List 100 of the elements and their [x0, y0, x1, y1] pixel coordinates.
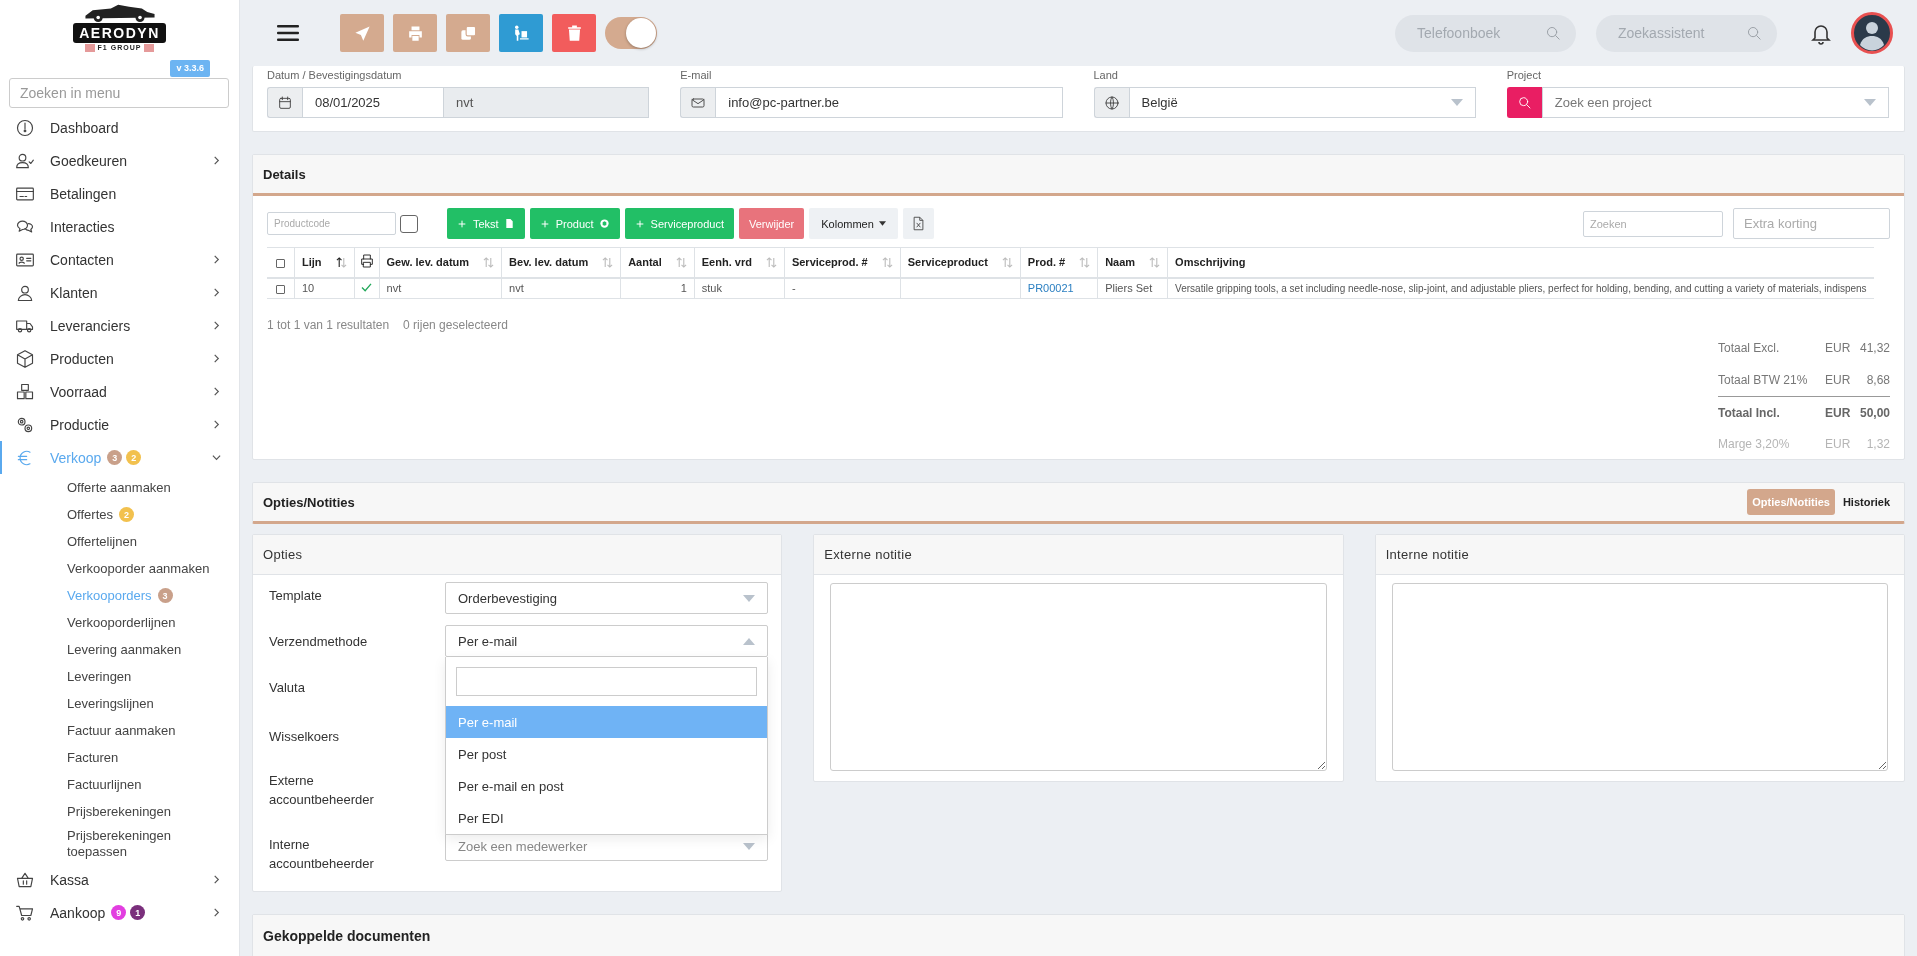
field-label: Interne accountbeheerder — [269, 836, 375, 873]
search-button[interactable] — [1506, 87, 1542, 118]
column-header[interactable]: Omschrijving — [1175, 256, 1246, 269]
plus-icon — [539, 218, 550, 229]
table-cell: nvt — [386, 282, 402, 295]
table-cell: 10 — [302, 282, 315, 295]
caret-icon — [878, 221, 886, 226]
menu-icon[interactable] — [277, 24, 299, 42]
currency: EUR — [1825, 405, 1852, 420]
count-badge: 2 — [126, 450, 142, 465]
submenu-item[interactable]: Levering aanmaken — [0, 636, 239, 663]
dropdown-option[interactable]: Per post — [446, 738, 768, 770]
submenu-item[interactable]: Facturen — [0, 744, 239, 771]
currency: EUR — [1825, 341, 1852, 355]
table-cell: Versatile gripping tools, a set including needle-nose, slip-joint, and adjustable pliers, perfect for holding, bending, and cutting a variety of materials, indispens — [1175, 282, 1867, 294]
note-field[interactable] — [830, 583, 1327, 771]
total-amount: 41,32 — [1858, 341, 1890, 355]
total-label: Marge 3,20% — [1718, 437, 1791, 451]
search-field[interactable]: Zoeken — [1583, 210, 1723, 237]
toolbar-button[interactable] — [340, 14, 384, 52]
select-field[interactable]: Orderbevestiging — [445, 582, 769, 614]
toggle-switch[interactable] — [605, 17, 657, 49]
caret-icon — [743, 594, 756, 602]
sidebar-item[interactable]: Voorraad — [0, 375, 239, 408]
sidebar-item[interactable]: Contacten — [0, 243, 239, 276]
checkbox[interactable] — [400, 214, 418, 233]
column-header[interactable]: Lijn — [302, 256, 322, 269]
sidebar-item[interactable]: Betalingen — [0, 177, 239, 210]
export-button[interactable] — [902, 208, 934, 239]
count-badge: 3 — [157, 588, 173, 603]
note-field[interactable] — [1391, 583, 1888, 771]
submenu-item[interactable]: Prijsberekeningen toepassen — [0, 825, 239, 863]
submenu-item[interactable]: Factuurlijnen — [0, 771, 239, 798]
dropdown-option[interactable]: Per EDI — [446, 802, 768, 834]
sidebar-item[interactable]: Kassa — [0, 863, 239, 896]
column-header[interactable]: Aantal — [628, 256, 662, 269]
discount-field[interactable]: Extra korting — [1733, 208, 1890, 239]
count-badge: 1 — [130, 905, 146, 920]
search-icon — [1516, 94, 1533, 111]
checkbox[interactable] — [276, 284, 285, 294]
field-label: Project — [1506, 69, 1542, 83]
sidebar-item[interactable]: Aankoop 9 1 — [0, 896, 239, 929]
submenu-item[interactable]: Offerte aanmaken — [0, 474, 239, 501]
date-field: nvt — [444, 87, 650, 118]
race-car-icon — [82, 3, 157, 23]
submenu-item[interactable]: Offertes 2 — [0, 501, 239, 528]
field-label: Externe accountbeheerder — [269, 772, 375, 809]
sort-icon[interactable] — [335, 256, 347, 268]
search-field[interactable]: Zoekassistent — [1596, 14, 1777, 52]
toolbar-button[interactable] — [446, 14, 490, 52]
toolbar-button[interactable] — [552, 14, 596, 52]
toolbar-button[interactable] — [393, 14, 437, 52]
field-label: Land — [1093, 69, 1119, 83]
field-label: Template — [269, 587, 322, 605]
sidebar-item[interactable]: Interacties — [0, 210, 239, 243]
sidebar-item[interactable]: Productie — [0, 408, 239, 441]
print-icon — [358, 253, 375, 270]
sidebar-item[interactable]: Producten — [0, 342, 239, 375]
sidebar-item[interactable]: Klanten — [0, 276, 239, 309]
field-label: Wisselkoers — [269, 727, 340, 746]
select-field[interactable]: Zoek een medewerker — [445, 832, 769, 861]
avatar[interactable] — [1851, 12, 1893, 54]
table-cell: stuk — [701, 282, 722, 295]
plus-icon — [457, 218, 467, 229]
columns-button[interactable]: Kolommen — [809, 208, 898, 239]
table-cell: 1 — [680, 282, 687, 295]
date-field[interactable]: 08/01/2025 — [302, 87, 444, 118]
total-amount: 50,00 — [1858, 405, 1890, 420]
section-title: Gekoppelde documenten — [253, 915, 1904, 956]
sidebar-item[interactable]: Leveranciers — [0, 309, 239, 342]
submenu-item[interactable]: Verkooporder aanmaken — [0, 555, 239, 582]
panel-title: Opties — [253, 535, 782, 575]
country-select[interactable]: België — [1128, 87, 1476, 118]
tab[interactable]: Historiek — [1838, 489, 1894, 515]
sidebar-item[interactable]: Goedkeuren — [0, 144, 239, 177]
sidebar-item[interactable]: Dashboard — [0, 111, 239, 144]
search-field[interactable]: Telefoonboek — [1395, 14, 1576, 52]
column-header[interactable]: Naam — [1105, 256, 1136, 269]
project-select[interactable]: Zoek een project — [1541, 87, 1889, 118]
total-label: Totaal Incl. — [1718, 405, 1781, 420]
submenu-item[interactable]: Prijsberekeningen — [0, 798, 239, 825]
total-label: Totaal Excl. — [1718, 341, 1781, 355]
submenu-item[interactable]: Leveringen — [0, 663, 239, 690]
submenu-item[interactable]: Verkooporderlijnen — [0, 609, 239, 636]
boxes-icon — [15, 381, 35, 402]
calendar-icon — [277, 94, 293, 111]
version-badge: v 3.3.6 — [170, 60, 210, 77]
total-label: Totaal BTW 21% — [1718, 373, 1809, 387]
menu-search-field[interactable]: Zoeken in menu — [9, 78, 229, 108]
dropdown-option[interactable]: Per e-mail en post — [446, 770, 768, 802]
submenu-item[interactable]: Offertelijnen — [0, 528, 239, 555]
checkbox[interactable] — [276, 258, 285, 268]
product-code-field[interactable]: Productcode — [267, 212, 396, 235]
submenu-item[interactable]: Leveringslijnen — [0, 690, 239, 717]
submenu-item[interactable]: Factuur aanmaken — [0, 717, 239, 744]
table-cell: - — [791, 282, 796, 295]
dropdown-search-field[interactable] — [456, 667, 758, 696]
toolbar-button[interactable] — [499, 14, 543, 52]
email-field[interactable]: info@pc-partner.be — [715, 87, 1063, 118]
select-field[interactable]: Per e-mail — [445, 625, 769, 657]
